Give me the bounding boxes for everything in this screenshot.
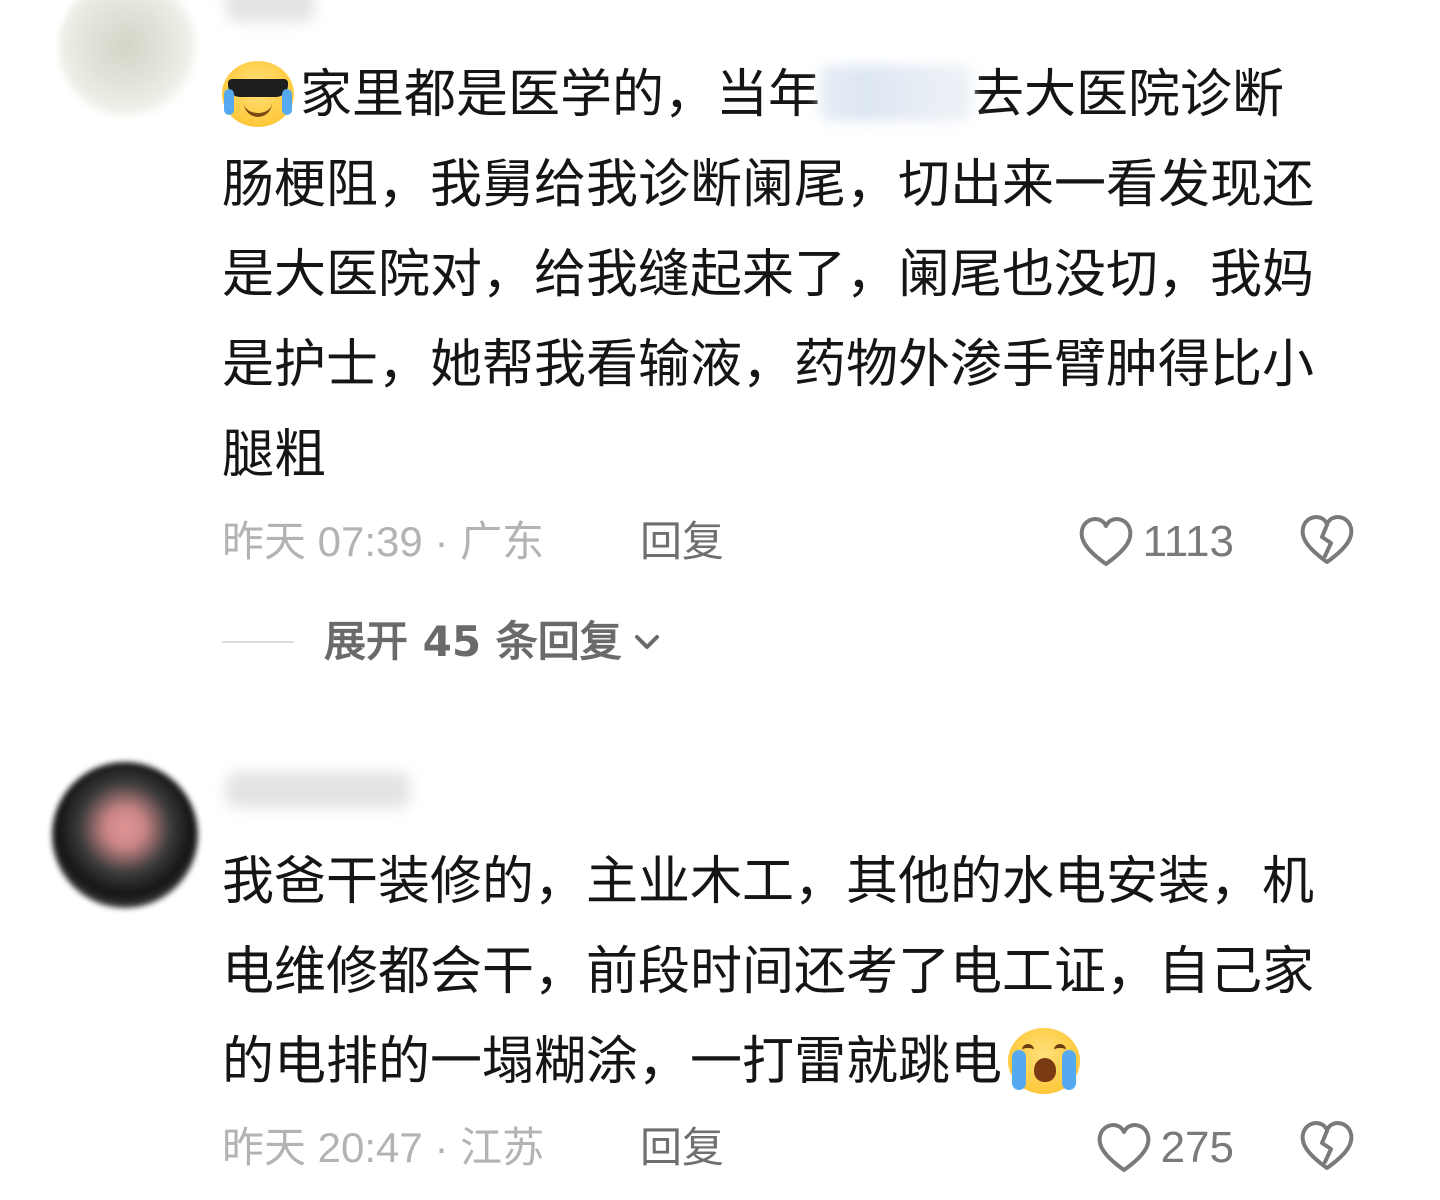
username-blurred[interactable]: [226, 772, 410, 808]
reply-button[interactable]: 回复: [640, 512, 724, 572]
broken-heart-icon[interactable]: [1298, 512, 1356, 568]
comment-item: 我爸干装修的，主业木工，其他的水电安装，机 电维修都会干，前段时间还考了电工证，…: [0, 700, 1440, 1200]
like-button[interactable]: 275: [1095, 1118, 1234, 1178]
comment-line: 腿粗: [222, 425, 327, 485]
comment-item: 家里都是医学的，当年 去大医院诊断 肠梗阻，我舅给我诊断阑尾，切出来一看发现还 是…: [0, 0, 1440, 700]
comment-line: 家里都是医学的，当年 去大医院诊断: [222, 50, 1372, 140]
chevron-down-icon: [634, 635, 659, 649]
expand-replies-button[interactable]: 展开 45 条回复: [222, 612, 660, 672]
expand-replies-label: 展开 45 条回复: [324, 617, 622, 666]
comment-line: 电维修都会干，前段时间还考了电工证，自己家: [222, 942, 1315, 1002]
redacted-text-blur: [820, 65, 973, 121]
heart-icon: [1097, 1123, 1150, 1172]
comment-text: 我爸干装修的，主业木工，其他的水电安装，机 电维修都会干，前段时间还考了电工证，…: [222, 837, 1372, 1107]
like-count: 1113: [1142, 517, 1234, 566]
heart-icon: [1079, 517, 1133, 566]
like-button[interactable]: 1113: [1077, 512, 1234, 572]
timestamp-location: 昨天 07:39 · 广东: [222, 518, 545, 565]
reply-button[interactable]: 回复: [640, 1118, 724, 1178]
like-count: 275: [1160, 1123, 1234, 1172]
broken-heart-icon[interactable]: [1298, 1118, 1356, 1174]
avatar[interactable]: [58, 0, 198, 118]
divider: [222, 641, 294, 643]
comment-line: 肠梗阻，我舅给我诊断阑尾，切出来一看发现还: [222, 155, 1315, 215]
comment-meta-row: 昨天 07:39 · 广东 回复 1113: [222, 512, 1422, 572]
comment-line: 是大医院对，给我缝起来了，阑尾也没切，我妈: [222, 245, 1315, 305]
sunglasses-crying-emoji-icon: [222, 61, 294, 127]
comment-line: 的电排的一塌糊涂，一打雷就跳电: [222, 1017, 1372, 1107]
avatar[interactable]: [52, 762, 198, 908]
comment-meta-row: 昨天 20:47 · 江苏 回复 275: [222, 1118, 1422, 1178]
username-blurred[interactable]: [226, 0, 314, 22]
loudly-crying-emoji-icon: [1008, 1028, 1081, 1094]
comment-line: 是护士，她帮我看输液，药物外渗手臂肿得比小: [222, 335, 1315, 395]
comment-text: 家里都是医学的，当年 去大医院诊断 肠梗阻，我舅给我诊断阑尾，切出来一看发现还 是…: [222, 50, 1372, 500]
timestamp-location: 昨天 20:47 · 江苏: [222, 1124, 545, 1171]
comment-line: 我爸干装修的，主业木工，其他的水电安装，机: [222, 852, 1315, 912]
